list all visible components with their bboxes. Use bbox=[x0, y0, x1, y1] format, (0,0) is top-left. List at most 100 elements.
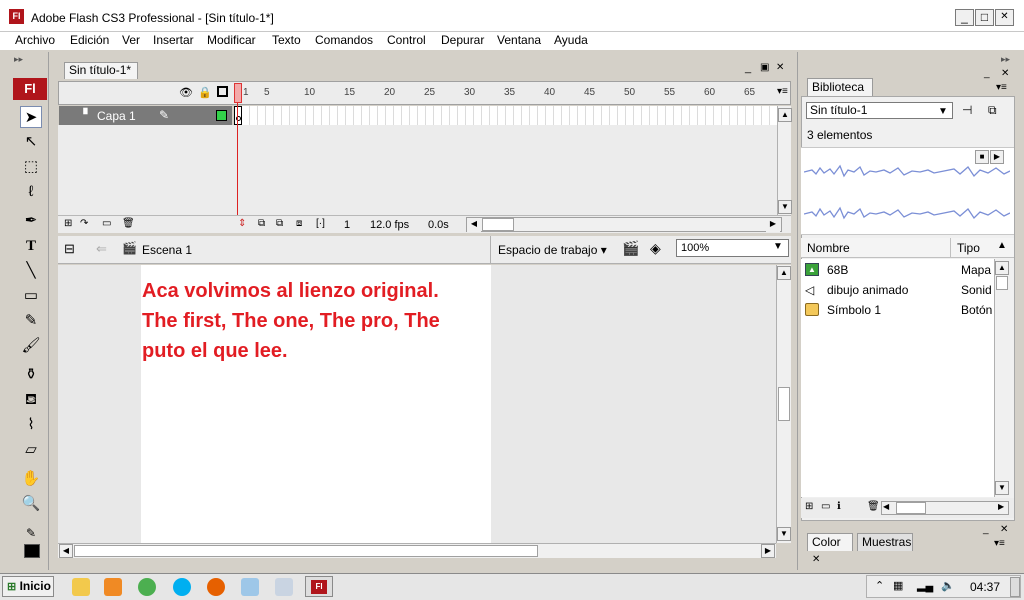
scroll-thumb[interactable] bbox=[778, 387, 790, 421]
timeline-vertical-scrollbar[interactable]: ▲ ▼ bbox=[777, 106, 792, 215]
scroll-left-icon[interactable]: ◀ bbox=[883, 502, 889, 511]
onion-skin-icon[interactable]: ⧉ bbox=[258, 218, 265, 229]
lasso-icon[interactable]: ℓ bbox=[20, 181, 42, 203]
onion-outlines-icon[interactable]: ⧉ bbox=[276, 218, 283, 229]
library-tab[interactable]: Biblioteca ✕ bbox=[807, 78, 873, 110]
fill-color-icon[interactable] bbox=[24, 544, 40, 558]
app-icon[interactable] bbox=[241, 578, 259, 596]
collapse-icon[interactable]: ▸▸ bbox=[14, 54, 23, 65]
minimize-button[interactable]: _ bbox=[955, 9, 974, 26]
library-vertical-scrollbar[interactable]: ▲ ▼ bbox=[994, 259, 1009, 497]
frame-rate[interactable]: 12.0 fps bbox=[370, 219, 409, 231]
panel-menu-icon[interactable]: ▾≡ bbox=[994, 538, 1005, 549]
maximize-button[interactable]: □ bbox=[975, 9, 994, 26]
menu-insertar[interactable]: Insertar bbox=[153, 33, 194, 47]
layer-row[interactable]: ▝ Capa 1 ✎ bbox=[59, 106, 232, 125]
eraser-icon[interactable]: ▱ bbox=[20, 439, 42, 461]
firefox-icon[interactable] bbox=[207, 578, 225, 596]
zoom-select[interactable]: 100% ▼ bbox=[676, 239, 789, 257]
color-tab[interactable]: Color ✕ bbox=[807, 533, 853, 565]
chevron-up-icon[interactable]: ⌃ bbox=[875, 579, 884, 592]
eye-icon[interactable]: 👁 bbox=[179, 86, 193, 99]
text-icon[interactable]: T bbox=[20, 235, 42, 257]
menu-depurar[interactable]: Depurar bbox=[441, 33, 484, 47]
swatches-tab[interactable]: Muestras bbox=[857, 533, 913, 551]
scroll-thumb[interactable] bbox=[482, 218, 514, 231]
subselection-icon[interactable]: ↖ bbox=[20, 131, 42, 153]
volume-icon[interactable]: 🔈 bbox=[941, 579, 955, 592]
rectangle-icon[interactable]: ▭ bbox=[20, 285, 42, 307]
pen-icon[interactable]: ✒ bbox=[20, 210, 42, 232]
add-motion-guide-icon[interactable]: ↷ bbox=[80, 218, 88, 229]
stage-text-block[interactable]: Aca volvimos al lienzo original. The fir… bbox=[142, 276, 482, 366]
library-horizontal-scrollbar[interactable]: ◀ ▶ bbox=[881, 501, 1009, 515]
scroll-right-icon[interactable]: ▶ bbox=[766, 218, 780, 232]
menu-ayuda[interactable]: Ayuda bbox=[554, 33, 588, 47]
stage-vertical-scrollbar[interactable]: ▲ ▼ bbox=[776, 265, 791, 543]
menu-archivo[interactable]: Archivo bbox=[15, 33, 55, 47]
clock[interactable]: 04:37 bbox=[970, 580, 1000, 594]
edit-scene-icon[interactable]: 🎬 bbox=[622, 240, 639, 257]
doc-minimize-icon[interactable]: _ bbox=[745, 62, 751, 74]
taskbar-flash-button[interactable]: Fl bbox=[305, 576, 333, 597]
doc-restore-icon[interactable]: ▣ bbox=[760, 62, 769, 73]
timeline-menu-icon[interactable]: ▾≡ bbox=[777, 86, 788, 97]
scroll-up-icon[interactable]: ▲ bbox=[777, 266, 791, 280]
start-button[interactable]: ⊞ Inicio bbox=[2, 576, 54, 597]
outline-icon[interactable] bbox=[217, 86, 228, 97]
center-frame-icon[interactable]: ⇕ bbox=[238, 218, 246, 229]
scroll-left-icon[interactable]: ◀ bbox=[59, 544, 73, 558]
panel-close-icon[interactable]: ✕ bbox=[1001, 68, 1009, 79]
close-button[interactable]: ✕ bbox=[995, 9, 1014, 26]
ink-bottle-icon[interactable]: ⚱ bbox=[20, 364, 42, 386]
sort-icon[interactable]: ▲ bbox=[997, 240, 1007, 251]
insert-layer-icon[interactable]: ⊞ bbox=[64, 218, 72, 229]
menu-ventana[interactable]: Ventana bbox=[497, 33, 541, 47]
pencil-icon[interactable]: ✎ bbox=[20, 310, 42, 332]
column-name[interactable]: Nombre bbox=[807, 241, 850, 255]
skype-icon[interactable] bbox=[173, 578, 191, 596]
pin-icon[interactable]: ⊣ bbox=[962, 103, 972, 117]
scene-name[interactable]: Escena 1 bbox=[142, 243, 192, 257]
lock-icon[interactable]: 🔒 bbox=[198, 86, 212, 99]
scroll-up-icon[interactable]: ▲ bbox=[778, 108, 792, 122]
list-item[interactable]: ◁ dibujo animado Sonid bbox=[801, 280, 994, 300]
selection-arrow-icon[interactable]: ➤ bbox=[20, 106, 42, 128]
insert-folder-icon[interactable]: ▭ bbox=[102, 218, 111, 229]
paint-bucket-icon[interactable]: ⛾ bbox=[20, 389, 42, 411]
signal-icon[interactable]: ▂▄ bbox=[917, 579, 933, 592]
free-transform-icon[interactable]: ⬚ bbox=[20, 156, 42, 178]
close-icon[interactable]: ✕ bbox=[812, 554, 820, 565]
list-item[interactable]: ▲ 68B Mapa bbox=[801, 260, 994, 280]
menu-ver[interactable]: Ver bbox=[122, 33, 140, 47]
eyedropper-icon[interactable]: ⌇ bbox=[20, 414, 42, 436]
zoom-icon[interactable]: 🔍 bbox=[20, 493, 42, 515]
delete-icon[interactable]: 🗑 bbox=[867, 501, 880, 512]
playhead[interactable] bbox=[234, 83, 242, 225]
layer-color-icon[interactable] bbox=[216, 110, 227, 121]
app-icon[interactable] bbox=[275, 578, 293, 596]
delete-layer-icon[interactable]: 🗑 bbox=[122, 218, 135, 229]
properties-icon[interactable]: ℹ bbox=[837, 501, 841, 512]
stage-horizontal-scrollbar[interactable]: ◀ ▶ bbox=[58, 543, 776, 558]
edit-symbols-icon[interactable]: ◈ bbox=[650, 240, 661, 257]
library-document-select[interactable]: Sin título-1 ▼ bbox=[806, 102, 953, 119]
panel-minimize-icon[interactable]: _ bbox=[983, 524, 989, 535]
network-icon[interactable]: ▦ bbox=[893, 579, 903, 592]
brush-icon[interactable]: 🖌 bbox=[20, 335, 42, 357]
scroll-thumb[interactable] bbox=[74, 545, 538, 557]
scroll-left-icon[interactable]: ◀ bbox=[467, 218, 481, 232]
new-library-icon[interactable]: ⧉ bbox=[988, 103, 997, 118]
scroll-up-icon[interactable]: ▲ bbox=[995, 261, 1009, 275]
scroll-thumb[interactable] bbox=[996, 276, 1008, 290]
menu-control[interactable]: Control bbox=[387, 33, 426, 47]
workspace-menu[interactable]: Espacio de trabajo ▾ bbox=[498, 243, 607, 257]
menu-edicion[interactable]: Edición bbox=[70, 33, 109, 47]
scroll-right-icon[interactable]: ▶ bbox=[998, 502, 1004, 511]
scroll-thumb[interactable] bbox=[896, 502, 926, 514]
folder-icon[interactable] bbox=[72, 578, 90, 596]
scroll-right-icon[interactable]: ▶ bbox=[761, 544, 775, 558]
line-icon[interactable]: ╲ bbox=[20, 260, 42, 282]
column-type[interactable]: Tipo bbox=[957, 241, 980, 255]
menu-modificar[interactable]: Modificar bbox=[207, 33, 256, 47]
